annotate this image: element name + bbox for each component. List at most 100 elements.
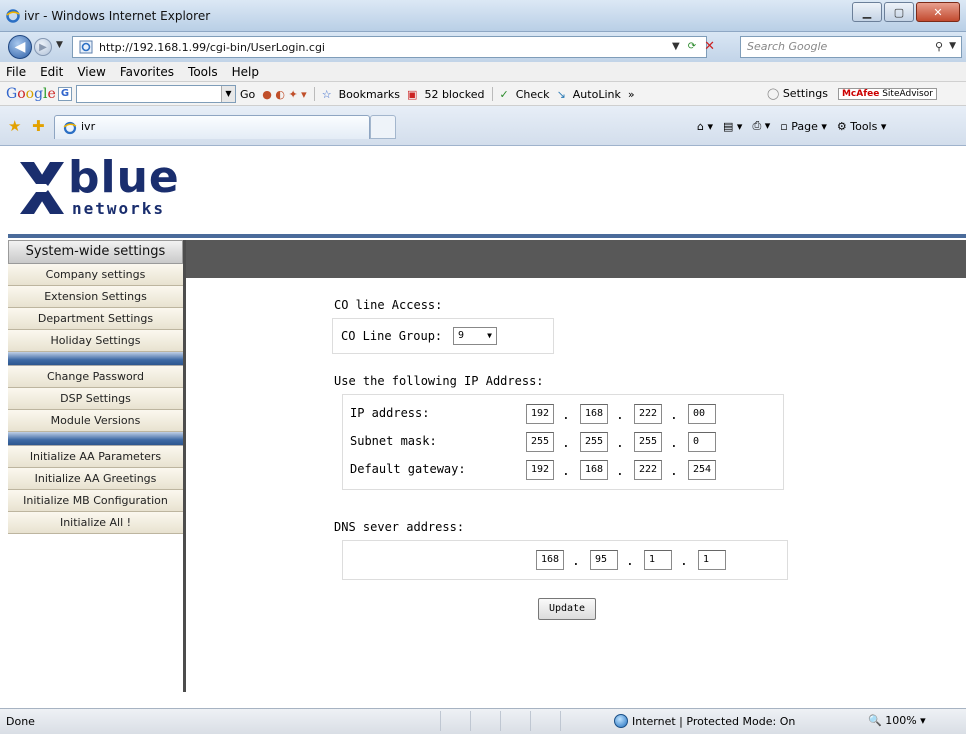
google-search-input[interactable]: ▼ [76,85,236,103]
page-viewport: blue networks System-wide settings Compa… [8,146,966,708]
sidebar-header[interactable]: System-wide settings [8,240,183,264]
dns-octet-4[interactable]: 1 [698,550,726,570]
logo-subtitle: networks [72,199,166,218]
tab-label: ivr [81,120,96,133]
settings-label: Settings [782,87,828,100]
close-button[interactable]: ✕ [916,2,960,22]
forward-button[interactable]: ▶ [34,38,52,56]
favorites-star-icon[interactable]: ★ [8,117,21,135]
zoom-control[interactable]: 🔍 100% ▾ [868,714,926,727]
octet-dot: . [572,554,580,569]
stop-icon[interactable]: ✕ [704,39,715,54]
sidebar-item-initialize-mb-configuration[interactable]: Initialize MB Configuration [8,490,183,512]
gateway-octet-3[interactable]: 222 [634,460,662,480]
default-gateway-label: Default gateway: [350,462,466,476]
menu-file[interactable]: File [6,65,26,79]
minimize-button[interactable]: ▁ [852,2,882,22]
ie-page-icon [63,121,77,135]
settings-icon: ◯ [767,87,780,100]
gateway-octet-4[interactable]: 254 [688,460,716,480]
toolbar-buttons-icon[interactable]: ● ◐ ✦ ▾ [262,88,306,101]
title-bar: ivr - Windows Internet Explorer ▁ ▢ ✕ [0,0,966,32]
sidebar-item-company-settings[interactable]: Company settings [8,264,183,286]
add-favorites-icon[interactable]: ✚ [32,117,45,135]
google-input-dropdown-icon[interactable]: ▼ [221,86,235,102]
menu-help[interactable]: Help [232,65,259,79]
gateway-octet-1[interactable]: 192 [526,460,554,480]
menu-tools[interactable]: Tools [188,65,218,79]
tab-ivr[interactable]: ivr [54,115,370,139]
search-input[interactable]: Search Google ⚲ ▼ [740,36,962,58]
dns-section-title: DNS sever address: [334,520,465,534]
sidebar-item-initialize-all[interactable]: Initialize All ! [8,512,183,534]
google-go-button[interactable]: Go [240,88,255,101]
subnet-octet-2[interactable]: 255 [580,432,608,452]
google-menu-button[interactable]: G [58,87,72,101]
co-line-group-select[interactable]: 9 ▼ [453,327,497,345]
print-icon[interactable]: ⎙ ▾ [752,119,770,133]
security-zone[interactable]: Internet | Protected Mode: On [614,714,795,728]
ip-octet-3[interactable]: 222 [634,404,662,424]
subnet-octet-3[interactable]: 255 [634,432,662,452]
popup-blocked-count[interactable]: 52 blocked [424,88,484,101]
command-bar: ⌂ ▾ ▤ ▾ ⎙ ▾ ▫ Page ▾ ⚙ Tools ▾ [697,119,886,133]
new-tab-button[interactable] [370,115,396,139]
bookmarks-button[interactable]: Bookmarks [339,88,400,101]
octet-dot: . [562,408,570,423]
status-bar: Done Internet | Protected Mode: On 🔍 100… [0,708,966,734]
home-icon[interactable]: ⌂ ▾ [697,120,713,133]
dns-octet-3[interactable]: 1 [644,550,672,570]
page-menu[interactable]: ▫ Page ▾ [780,120,827,133]
more-chevron[interactable]: » [628,88,635,101]
maximize-button[interactable]: ▢ [884,2,914,22]
back-button[interactable]: ◀ [8,35,32,59]
spellcheck-icon: ✓ [499,87,509,101]
sidebar-item-change-password[interactable]: Change Password [8,366,183,388]
menu-view[interactable]: View [77,65,105,79]
status-pane [440,711,470,731]
address-bar: ◀ ▶ ▼ http://192.168.1.99/cgi-bin/UserLo… [0,32,966,62]
sidebar-separator [8,432,183,446]
gateway-octet-2[interactable]: 168 [580,460,608,480]
menu-edit[interactable]: Edit [40,65,63,79]
update-button[interactable]: Update [538,598,596,620]
url-dropdown-icon[interactable]: ▼ [672,41,680,52]
search-dropdown-icon[interactable]: ▼ [949,41,956,51]
subnet-octet-4[interactable]: 0 [688,432,716,452]
tools-menu[interactable]: ⚙ Tools ▾ [837,120,887,133]
sidebar-item-department-settings[interactable]: Department Settings [8,308,183,330]
octet-dot: . [670,436,678,451]
ip-octet-1[interactable]: 192 [526,404,554,424]
refresh-icon[interactable]: ⟳ [688,41,696,52]
mcafee-siteadvisor-button[interactable]: McAfee SiteAdvisor [837,87,937,100]
search-placeholder: Search Google [747,40,828,53]
ip-octet-4[interactable]: 00 [688,404,716,424]
sidebar-item-dsp-settings[interactable]: DSP Settings [8,388,183,410]
search-icon[interactable]: ⚲ [935,40,943,53]
sidebar-item-initialize-aa-greetings[interactable]: Initialize AA Greetings [8,468,183,490]
settings-button[interactable]: ◯ Settings [767,87,828,100]
history-dropdown-icon[interactable]: ▼ [56,40,63,50]
octet-dot: . [616,464,624,479]
dns-octet-1[interactable]: 168 [536,550,564,570]
subnet-octet-1[interactable]: 255 [526,432,554,452]
sidebar-item-module-versions[interactable]: Module Versions [8,410,183,432]
page-menu-label: Page [791,119,818,133]
url-tools: ▼ ⟳ ✕ [672,39,715,54]
octet-dot: . [670,408,678,423]
dns-octet-2[interactable]: 95 [590,550,618,570]
feeds-icon[interactable]: ▤ ▾ [723,120,742,133]
check-button[interactable]: Check [516,88,550,101]
co-line-title: CO line Access: [334,298,443,312]
sidebar-item-initialize-aa-parameters[interactable]: Initialize AA Parameters [8,446,183,468]
popup-blocker-icon: ▣ [407,87,418,101]
url-text: http://192.168.1.99/cgi-bin/UserLogin.cg… [99,40,325,54]
page-icon [79,40,93,54]
sidebar-item-extension-settings[interactable]: Extension Settings [8,286,183,308]
menu-favorites[interactable]: Favorites [120,65,174,79]
sidebar-item-holiday-settings[interactable]: Holiday Settings [8,330,183,352]
zoom-icon: 🔍 [868,714,882,727]
ip-octet-2[interactable]: 168 [580,404,608,424]
autolink-button[interactable]: AutoLink [573,88,621,101]
url-input[interactable]: http://192.168.1.99/cgi-bin/UserLogin.cg… [72,36,707,58]
